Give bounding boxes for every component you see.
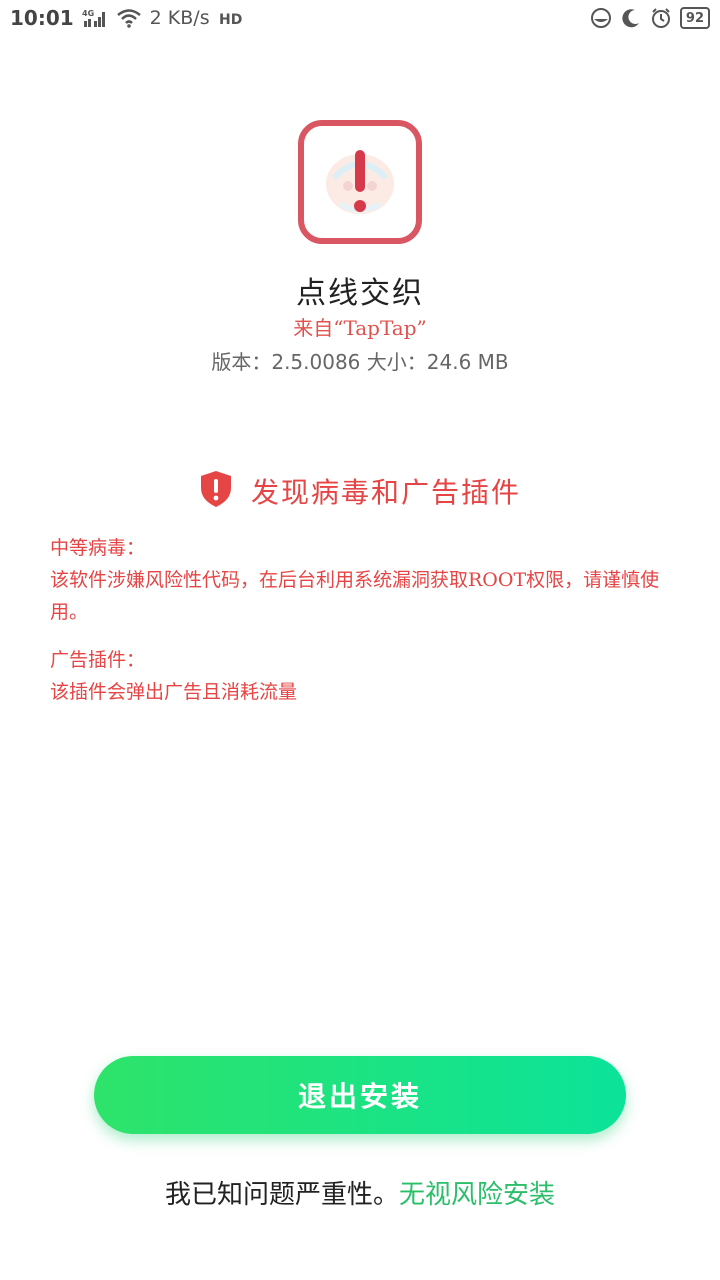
virus-detail-title: 中等病毒： (50, 537, 146, 559)
network-speed: 2 KB/s (149, 7, 210, 29)
warning-title: 发现病毒和广告插件 (250, 476, 521, 509)
warning-heading: 发现病毒和广告插件 (0, 470, 720, 512)
exit-install-button[interactable]: 退出安装 (94, 1056, 626, 1134)
shield-exclamation-icon (199, 470, 233, 512)
virus-detail: 中等病毒： 该软件涉嫌风险性代码，在后台利用系统漏洞获取ROOT权限，请谨慎使用… (50, 532, 680, 628)
ad-plugin-detail-body: 该插件会弹出广告且消耗流量 (50, 681, 298, 703)
ad-plugin-detail: 广告插件： 该插件会弹出广告且消耗流量 (50, 644, 680, 708)
virus-detail-body: 该软件涉嫌风险性代码，在后台利用系统漏洞获取ROOT权限，请谨慎使用。 (50, 569, 660, 623)
app-name: 点线交织 (296, 276, 424, 311)
status-time: 10:01 (10, 6, 74, 30)
signal-icon: 4G (82, 7, 108, 29)
hd-icon: HD (218, 7, 242, 29)
status-left: 10:01 4G 2 KB/s HD (10, 6, 242, 30)
app-icon (298, 120, 422, 244)
status-bar: 10:01 4G 2 KB/s HD 92 (0, 0, 720, 36)
hd-label: HD (219, 12, 242, 28)
exclamation-icon (304, 126, 416, 238)
alarm-icon (650, 7, 672, 29)
moon-icon (620, 7, 642, 29)
battery-indicator: 92 (679, 7, 710, 29)
app-version-size: 版本：2.5.0086 大小：24.6 MB (211, 350, 509, 374)
status-right: 92 (590, 7, 710, 29)
app-source: 来自“TapTap” (293, 316, 427, 340)
eye-comfort-icon (590, 7, 612, 29)
ignore-risk-install-link[interactable]: 无视风险安装 (399, 1180, 555, 1210)
risk-acknowledgement: 我已知问题严重性。无视风险安装 (0, 1174, 720, 1211)
risk-notice-text: 我已知问题严重性。 (164, 1180, 399, 1210)
ad-plugin-detail-title: 广告插件： (50, 649, 146, 671)
network-type-label: 4G (82, 9, 94, 18)
wifi-icon (116, 8, 142, 28)
